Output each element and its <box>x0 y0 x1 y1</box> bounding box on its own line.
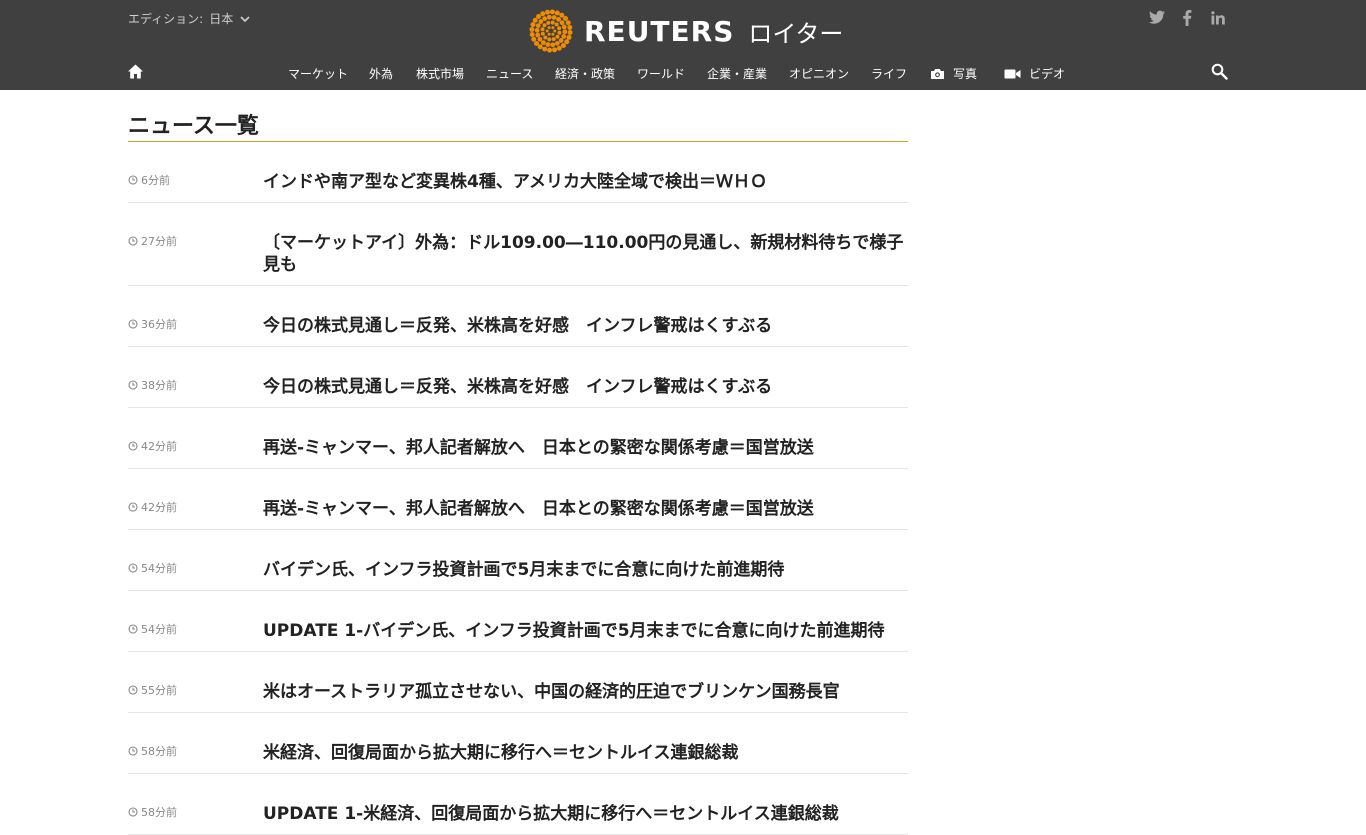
nav-item-business-industry[interactable]: 企業・産業 <box>707 63 767 85</box>
reuters-logo[interactable]: REUTERS ロイター <box>528 9 843 53</box>
timestamp: 38分前 <box>128 377 177 393</box>
timestamp-text: 54分前 <box>141 623 177 636</box>
headline-link[interactable]: 米経済、回復局面から拡大期に移行へ＝セントルイス連銀総裁 <box>263 743 739 763</box>
headline-link[interactable]: インドや南ア型など変異株4種、アメリカ大陸全域で検出＝ＷＨＯ <box>263 172 767 192</box>
search-icon[interactable] <box>1211 63 1228 80</box>
nav-item-label: 株式市場 <box>416 67 465 81</box>
clock-icon <box>128 807 138 817</box>
clock-icon <box>128 502 138 512</box>
timestamp-text: 55分前 <box>141 684 177 697</box>
nav-item-opinion[interactable]: オピニオン <box>789 63 849 85</box>
nav-item-label: ビデオ <box>1029 67 1066 81</box>
facebook-icon[interactable] <box>1182 10 1192 26</box>
headline-link[interactable]: 今日の株式見通し＝反発、米株高を好感 インフレ警戒はくすぶる <box>263 377 772 397</box>
news-list-item: 38分前 今日の株式見通し＝反発、米株高を好感 インフレ警戒はくすぶる <box>128 347 908 408</box>
nav-item-label: ライフ <box>871 67 908 81</box>
timestamp: 54分前 <box>128 560 177 576</box>
news-list-item: 42分前 再送-ミャンマー、邦人記者解放へ 日本との緊密な関係考慮＝国営放送 <box>128 469 908 530</box>
nav-item-photos[interactable]: 写真 <box>930 63 977 85</box>
headline-link[interactable]: UPDATE 1-米経済、回復局面から拡大期に移行へ＝セントルイス連銀総裁 <box>263 804 839 824</box>
headline-link[interactable]: 米はオーストラリア孤立させない、中国の経済的圧迫でブリンケン国務長官 <box>263 682 840 702</box>
nav-item-life[interactable]: ライフ <box>871 63 907 85</box>
news-list-item: 6分前 インドや南ア型など変異株4種、アメリカ大陸全域で検出＝ＷＨＯ <box>128 142 908 203</box>
nav-item-news[interactable]: ニュース <box>486 63 533 85</box>
nav-item-label: マーケット <box>288 67 349 81</box>
news-list-item: 58分前 UPDATE 1-米経済、回復局面から拡大期に移行へ＝セントルイス連銀総… <box>128 774 908 835</box>
headline-link[interactable]: 再送-ミャンマー、邦人記者解放へ 日本との緊密な関係考慮＝国営放送 <box>263 499 814 519</box>
timestamp-text: 42分前 <box>141 501 177 514</box>
nav-item-label: 外為 <box>369 67 394 81</box>
nav-item-world[interactable]: ワールド <box>637 63 685 85</box>
twitter-icon[interactable] <box>1148 10 1166 25</box>
headline-link[interactable]: UPDATE 1-バイデン氏、インフラ投資計画で5月末までに合意に向けた前進期待 <box>263 621 885 641</box>
clock-icon <box>128 236 138 246</box>
timestamp-text: 58分前 <box>141 806 177 819</box>
camera-icon <box>931 69 944 79</box>
headline-link[interactable]: バイデン氏、インフラ投資計画で5月末までに合意に向けた前進期待 <box>263 560 784 580</box>
timestamp: 6分前 <box>128 172 170 188</box>
headline-link[interactable]: 今日の株式見通し＝反発、米株高を好感 インフレ警戒はくすぶる <box>263 316 772 336</box>
page-title: ニュース一覧 <box>128 112 908 142</box>
edition-value: 日本 <box>209 12 234 26</box>
clock-icon <box>128 175 138 185</box>
timestamp: 54分前 <box>128 621 177 637</box>
clock-icon <box>128 319 138 329</box>
nav-item-economy-policy[interactable]: 経済・政策 <box>555 63 615 85</box>
timestamp: 58分前 <box>128 743 177 759</box>
video-camera-icon <box>1004 69 1021 79</box>
timestamp: 55分前 <box>128 682 177 698</box>
clock-icon <box>128 746 138 756</box>
news-list-item: 54分前 バイデン氏、インフラ投資計画で5月末までに合意に向けた前進期待 <box>128 530 908 591</box>
reuters-logo-mark-icon <box>529 9 573 53</box>
nav-item-label: 企業・産業 <box>707 67 768 81</box>
news-list-item: 27分前 〔マーケットアイ〕外為：ドル109.00―110.00円の見通し、新規材… <box>128 203 908 286</box>
nav-item-label: 経済・政策 <box>555 67 616 81</box>
linkedin-icon[interactable] <box>1211 11 1225 25</box>
nav-item-label: 写真 <box>953 67 978 81</box>
clock-icon <box>128 624 138 634</box>
nav-item-label: ニュース <box>486 67 534 81</box>
timestamp-text: 36分前 <box>141 318 177 331</box>
clock-icon <box>128 380 138 390</box>
nav-item-forex[interactable]: 外為 <box>369 63 393 85</box>
news-list-item: 42分前 再送-ミャンマー、邦人記者解放へ 日本との緊密な関係考慮＝国営放送 <box>128 408 908 469</box>
edition-label: エディション: <box>128 12 204 26</box>
news-list-item: 55分前 米はオーストラリア孤立させない、中国の経済的圧迫でブリンケン国務長官 <box>128 652 908 713</box>
timestamp-text: 27分前 <box>141 235 177 248</box>
clock-icon <box>128 441 138 451</box>
headline-link[interactable]: 〔マーケットアイ〕外為：ドル109.00―110.00円の見通し、新規材料待ちで… <box>263 233 903 275</box>
site-header: エディション: 日本 REUTERS ロイター マーケット 外為 株式市場 ニュ… <box>0 0 1366 90</box>
clock-icon <box>128 563 138 573</box>
nav-item-video[interactable]: ビデオ <box>1004 63 1065 85</box>
timestamp: 58分前 <box>128 804 177 820</box>
timestamp-text: 38分前 <box>141 379 177 392</box>
timestamp-text: 54分前 <box>141 562 177 575</box>
timestamp-text: 42分前 <box>141 440 177 453</box>
brand-name-jp: ロイター <box>748 19 844 48</box>
news-list: 6分前 インドや南ア型など変異株4種、アメリカ大陸全域で検出＝ＷＨＯ 27分前 〔マー… <box>128 142 908 835</box>
timestamp: 42分前 <box>128 499 177 515</box>
brand-name: REUTERS <box>584 14 735 48</box>
edition-selector[interactable]: エディション: 日本 <box>128 10 251 27</box>
news-list-item: 54分前 UPDATE 1-バイデン氏、インフラ投資計画で5月末までに合意に向けた… <box>128 591 908 652</box>
nav-item-label: オピニオン <box>789 67 850 81</box>
timestamp-text: 58分前 <box>141 745 177 758</box>
nav-item-stock-market[interactable]: 株式市場 <box>416 63 464 85</box>
headline-link[interactable]: 再送-ミャンマー、邦人記者解放へ 日本との緊密な関係考慮＝国営放送 <box>263 438 814 458</box>
timestamp-text: 6分前 <box>141 174 170 187</box>
timestamp: 36分前 <box>128 316 177 332</box>
timestamp: 27分前 <box>128 233 177 249</box>
chevron-down-icon <box>240 15 250 22</box>
news-list-item: 36分前 今日の株式見通し＝反発、米株高を好感 インフレ警戒はくすぶる <box>128 286 908 347</box>
nav-item-label: ワールド <box>637 67 686 81</box>
timestamp: 42分前 <box>128 438 177 454</box>
nav-item-markets[interactable]: マーケット <box>288 63 348 85</box>
news-list-section: ニュース一覧 6分前 インドや南ア型など変異株4種、アメリカ大陸全域で検出＝ＷＨＯ… <box>128 112 908 835</box>
news-list-item: 58分前 米経済、回復局面から拡大期に移行へ＝セントルイス連銀総裁 <box>128 713 908 774</box>
main-navigation: マーケット 外為 株式市場 ニュース 経済・政策 ワールド 企業・産業 オピニオ… <box>0 63 1366 85</box>
